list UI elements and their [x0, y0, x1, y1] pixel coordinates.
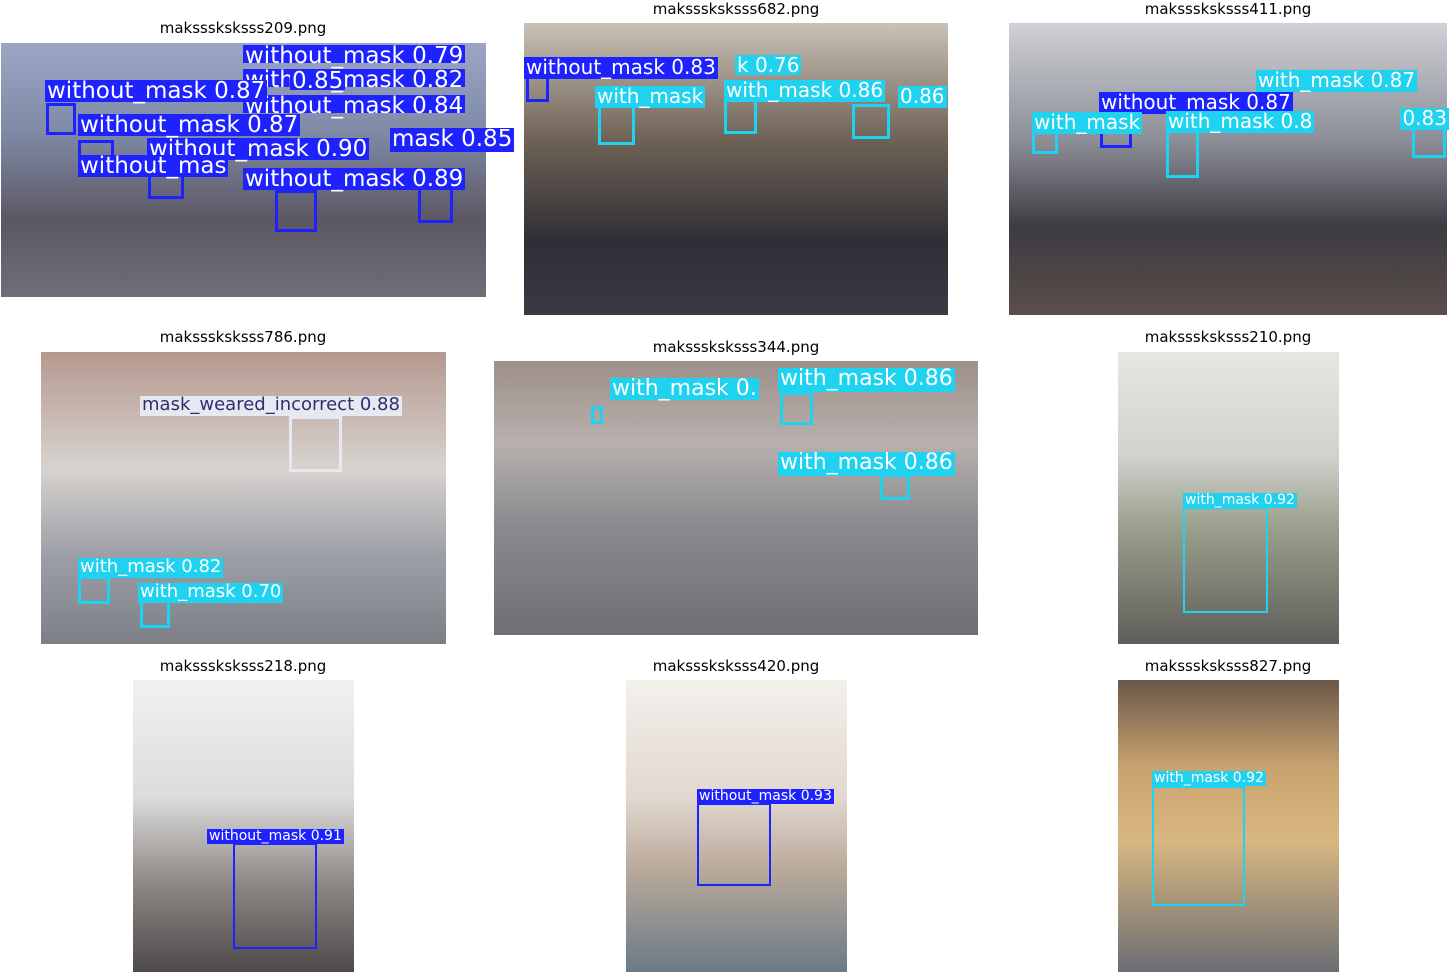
- detection-label: with_mask: [595, 84, 706, 108]
- detection-photo: [1009, 23, 1447, 315]
- bounding-box-without-mask: [526, 76, 549, 102]
- bounding-box-with-mask: [780, 392, 813, 425]
- detection-label: 0.85: [290, 68, 346, 94]
- detection-label: with_mask 0.86: [778, 366, 955, 392]
- detection-label: with_mask 0.92: [1152, 770, 1266, 786]
- detection-label: with_mask: [1032, 110, 1143, 134]
- bounding-box-without-mask: [275, 190, 317, 232]
- bounding-box-with-mask: [1183, 507, 1268, 613]
- detection-label: without_mask 0.82: [243, 67, 466, 93]
- detection-label: k 0.76: [735, 53, 802, 77]
- bounding-box-with-mask: [724, 99, 757, 134]
- detection-label: without_mask 0.84: [243, 93, 466, 119]
- bounding-box-mask-weared-incorrect: [289, 416, 342, 472]
- bounding-box-with-mask: [852, 104, 890, 139]
- image-filename-title: maksssksksss209.png: [159, 19, 327, 37]
- image-filename-title: maksssksksss411.png: [1144, 0, 1312, 18]
- image-filename-title: maksssksksss420.png: [652, 657, 820, 675]
- image-filename-title: maksssksksss218.png: [159, 657, 327, 675]
- bounding-box-with-mask: [598, 103, 635, 145]
- detection-label: without_mask 0.83: [524, 55, 718, 79]
- bounding-box-with-mask: [591, 406, 603, 424]
- detection-label: without_mask 0.87: [45, 78, 268, 104]
- image-filename-title: maksssksksss682.png: [652, 0, 820, 18]
- detection-label: with_mask 0.: [610, 376, 759, 401]
- image-filename-title: maksssksksss344.png: [652, 338, 820, 356]
- detection-label: mask_weared_incorrect 0.88: [140, 394, 402, 416]
- bounding-box-with-mask: [140, 600, 170, 628]
- detection-label: 0.83: [1400, 106, 1449, 130]
- bounding-box-with-mask: [880, 474, 910, 500]
- detection-label: with_mask 0.82: [78, 556, 224, 578]
- detection-label: with_mask 0.8: [1166, 109, 1315, 133]
- bounding-box-without-mask: [697, 803, 771, 886]
- detection-label: without_mas: [78, 153, 229, 179]
- image-filename-title: maksssksksss786.png: [159, 328, 327, 346]
- detection-label: without_mask 0.87: [78, 112, 301, 138]
- detection-label: with_mask 0.70: [138, 581, 284, 603]
- detection-label: without_mask 0.79: [243, 43, 466, 69]
- detection-label: with_mask 0.92: [1183, 492, 1297, 508]
- bounding-box-with-mask: [78, 576, 110, 604]
- detection-label: without_mask 0.93: [697, 788, 834, 804]
- detection-label: without_mask 0.91: [207, 828, 344, 844]
- detection-label: with_mask 0.86: [778, 450, 955, 476]
- bounding-box-without-mask: [233, 843, 317, 949]
- image-filename-title: maksssksksss210.png: [1144, 328, 1312, 346]
- bounding-box-without-mask: [46, 103, 76, 135]
- image-filename-title: maksssksksss827.png: [1144, 657, 1312, 675]
- detection-label: without_mask 0.89: [243, 166, 466, 192]
- detection-label: with_mask 0.86: [724, 78, 886, 102]
- detection-label: with_mask 0.87: [1256, 68, 1418, 92]
- bounding-box-with-mask: [1152, 786, 1245, 906]
- detection-label: mask 0.85: [390, 126, 515, 152]
- detection-label: 0.86: [898, 84, 947, 108]
